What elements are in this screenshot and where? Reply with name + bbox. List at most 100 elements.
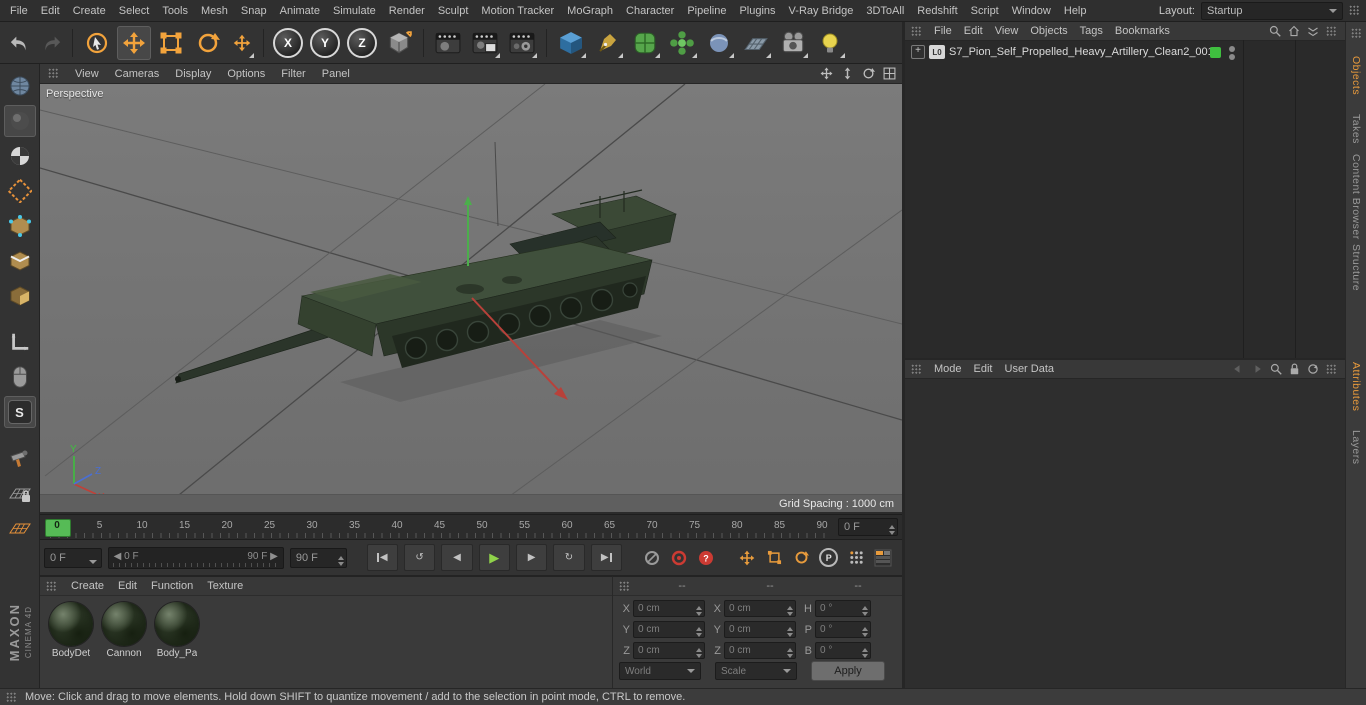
- layout-grid-icon[interactable]: [1349, 5, 1360, 16]
- menu-render[interactable]: Render: [389, 5, 425, 17]
- record-position-toggle[interactable]: [736, 546, 757, 570]
- mat-menu-function[interactable]: Function: [151, 580, 193, 592]
- size-x-field[interactable]: 0 cm: [724, 600, 796, 617]
- record-pla-toggle[interactable]: [845, 546, 866, 570]
- tab-content-browser[interactable]: Content Browser: [1350, 154, 1362, 240]
- mat-menu-create[interactable]: Create: [71, 580, 104, 592]
- start-frame-field[interactable]: 0 F: [44, 547, 102, 568]
- model-mode-button[interactable]: [3, 105, 36, 137]
- size-z-field[interactable]: 0 cm: [724, 642, 796, 659]
- menu-edit[interactable]: Edit: [41, 5, 60, 17]
- enable-axis-button[interactable]: [4, 326, 36, 358]
- next-key-button[interactable]: ↻: [553, 544, 585, 571]
- menu-snap[interactable]: Snap: [241, 5, 267, 17]
- workplane-mode-button[interactable]: [4, 175, 36, 207]
- move-tool-button[interactable]: [117, 25, 151, 60]
- om-menu-tags[interactable]: Tags: [1080, 25, 1103, 37]
- tab-attributes[interactable]: Attributes: [1350, 362, 1362, 411]
- menu-help[interactable]: Help: [1064, 5, 1087, 17]
- undo-button[interactable]: [6, 26, 34, 60]
- stepper-icon[interactable]: [889, 522, 895, 538]
- menu-plugins[interactable]: Plugins: [739, 5, 775, 17]
- mat-menu-edit[interactable]: Edit: [118, 580, 137, 592]
- am-menu-edit[interactable]: Edit: [974, 363, 993, 375]
- menu-3dtoall[interactable]: 3DToAll: [866, 5, 904, 17]
- render-settings-button[interactable]: [505, 26, 539, 60]
- layout-select[interactable]: Startup: [1201, 1, 1343, 20]
- redo-button[interactable]: [37, 26, 65, 60]
- make-editable-button[interactable]: [4, 70, 36, 102]
- rotation-p-field[interactable]: 0 °: [815, 621, 871, 638]
- stepper-icon[interactable]: [338, 553, 345, 569]
- stepper-icon[interactable]: [862, 645, 868, 661]
- add-light-button[interactable]: [813, 26, 847, 60]
- previous-frame-button[interactable]: ◀: [441, 544, 473, 571]
- rotation-b-field[interactable]: 0 °: [815, 642, 871, 659]
- texture-mode-button[interactable]: [4, 140, 36, 172]
- autokeying-button[interactable]: ?: [696, 546, 717, 570]
- vp-menu-options[interactable]: Options: [227, 68, 265, 80]
- position-x-field[interactable]: 0 cm: [633, 600, 705, 617]
- scale-tool-button[interactable]: [154, 26, 188, 60]
- menu-mograph[interactable]: MoGraph: [567, 5, 613, 17]
- material-item[interactable]: BodyDet: [46, 602, 96, 659]
- material-item[interactable]: Cannon: [99, 602, 149, 659]
- add-cube-button[interactable]: [554, 26, 588, 60]
- next-frame-button[interactable]: ▶: [515, 544, 548, 571]
- filter-icon[interactable]: [1307, 25, 1319, 37]
- vp-menu-filter[interactable]: Filter: [281, 68, 305, 80]
- stepper-icon[interactable]: [787, 645, 793, 661]
- rotate-view-icon[interactable]: [862, 67, 875, 80]
- tab-layers[interactable]: Layers: [1350, 430, 1362, 465]
- keyframe-selection-button[interactable]: [641, 546, 662, 570]
- go-to-end-button[interactable]: ▶: [590, 544, 622, 571]
- play-button[interactable]: ▶: [478, 544, 510, 571]
- add-sky-button[interactable]: [702, 26, 736, 60]
- menu-mesh[interactable]: Mesh: [201, 5, 228, 17]
- x-axis-lock-button[interactable]: X: [271, 26, 305, 60]
- panel-grip-icon[interactable]: [619, 580, 630, 592]
- menu-simulate[interactable]: Simulate: [333, 5, 376, 17]
- size-y-field[interactable]: 0 cm: [724, 621, 796, 638]
- menu-tools[interactable]: Tools: [162, 5, 188, 17]
- workplane-lock-button[interactable]: [4, 477, 36, 509]
- menu-animate[interactable]: Animate: [280, 5, 320, 17]
- sync-icon[interactable]: [1307, 363, 1319, 375]
- menu-script[interactable]: Script: [971, 5, 999, 17]
- object-name[interactable]: S7_Pion_Self_Propelled_Heavy_Artillery_C…: [949, 46, 1214, 58]
- lock-icon[interactable]: [1289, 363, 1300, 375]
- snap-grid-button[interactable]: [4, 512, 36, 544]
- render-view-button[interactable]: [431, 26, 465, 60]
- tab-objects[interactable]: Objects: [1350, 56, 1362, 95]
- material-preview-sphere[interactable]: [102, 602, 146, 646]
- tab-structure[interactable]: Structure: [1350, 244, 1362, 291]
- coordinate-system-button[interactable]: [382, 26, 416, 60]
- stepper-icon[interactable]: [696, 645, 702, 661]
- coordinate-mode-select[interactable]: World: [619, 662, 701, 680]
- object-row[interactable]: + L0 S7_Pion_Self_Propelled_Heavy_Artill…: [905, 41, 1345, 60]
- panel-grip-icon[interactable]: [1350, 28, 1362, 39]
- history-back-icon[interactable]: [1232, 364, 1244, 374]
- om-menu-edit[interactable]: Edit: [964, 25, 983, 37]
- render-visibility-dot[interactable]: [1229, 54, 1235, 60]
- material-item[interactable]: Body_Pa: [152, 602, 202, 659]
- stepper-icon[interactable]: [862, 603, 868, 619]
- am-menu-user-data[interactable]: User Data: [1005, 363, 1055, 375]
- stepper-icon[interactable]: [696, 624, 702, 640]
- timeline-ruler[interactable]: 0 5 10 15 20 25 30 35 40 45 50 55 60 65 …: [40, 514, 902, 540]
- home-icon[interactable]: [1288, 25, 1300, 37]
- z-axis-lock-button[interactable]: Z: [345, 26, 379, 60]
- polygons-mode-button[interactable]: [4, 280, 36, 312]
- y-axis-lock-button[interactable]: Y: [308, 26, 342, 60]
- points-mode-button[interactable]: [4, 210, 36, 242]
- record-parameter-toggle[interactable]: P: [818, 546, 839, 570]
- panel-menu-icon[interactable]: [1326, 25, 1337, 37]
- render-to-picture-viewer-button[interactable]: [468, 26, 502, 60]
- panel-grip-icon[interactable]: [911, 25, 922, 37]
- last-tool-button[interactable]: [228, 26, 256, 60]
- vp-menu-cameras[interactable]: Cameras: [115, 68, 160, 80]
- rotation-h-field[interactable]: 0 °: [815, 600, 871, 617]
- dolly-view-icon[interactable]: [841, 67, 854, 80]
- menu-character[interactable]: Character: [626, 5, 674, 17]
- tab-takes[interactable]: Takes: [1350, 114, 1362, 144]
